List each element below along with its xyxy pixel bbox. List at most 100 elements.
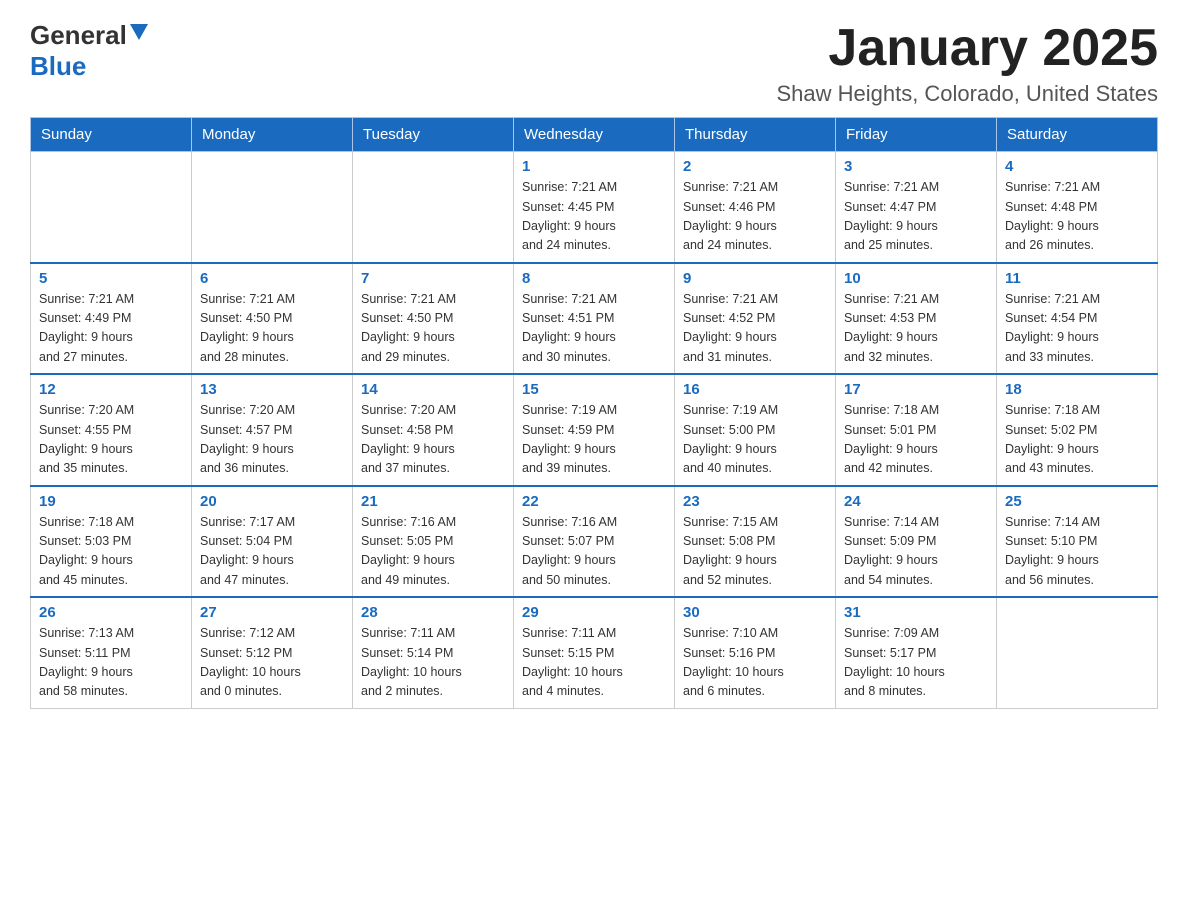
calendar-cell: 8Sunrise: 7:21 AMSunset: 4:51 PMDaylight…	[514, 263, 675, 375]
calendar-cell: 7 Sunrise: 7:21 AMSunset: 4:50 PMDaylight…	[353, 263, 514, 375]
logo-general-text: General	[30, 20, 127, 51]
calendar-cell: 21Sunrise: 7:16 AMSunset: 5:05 PMDayligh…	[353, 486, 514, 598]
day-number: 6	[200, 270, 344, 287]
day-info: Sunrise: 7:11 AMSunset: 5:15 PMDaylight:…	[522, 624, 666, 702]
calendar-week-row: 19 Sunrise: 7:18 AMSunset: 5:03 PMDayligh…	[31, 486, 1158, 598]
calendar-cell: 11 Sunrise: 7:21 AMSunset: 4:54 PMDayligh…	[997, 263, 1158, 375]
calendar-cell	[353, 152, 514, 263]
day-number: 14	[361, 381, 505, 398]
day-number: 23	[683, 493, 827, 510]
calendar-cell: 9 Sunrise: 7:21 AMSunset: 4:52 PMDaylight…	[675, 263, 836, 375]
calendar-cell: 31 Sunrise: 7:09 AMSunset: 5:17 PMDayligh…	[836, 597, 997, 708]
weekday-header-wednesday: Wednesday	[514, 118, 675, 152]
day-number: 13	[200, 381, 344, 398]
calendar-cell: 3Sunrise: 7:21 AMSunset: 4:47 PMDaylight…	[836, 152, 997, 263]
day-number: 5	[39, 270, 183, 287]
calendar-cell	[192, 152, 353, 263]
day-number: 1	[522, 158, 666, 175]
day-info: Sunrise: 7:21 AMSunset: 4:50 PMDaylight:…	[361, 290, 505, 368]
day-info: Sunrise: 7:21 AMSunset: 4:49 PMDaylight:…	[39, 290, 183, 368]
calendar-cell: 22Sunrise: 7:16 AMSunset: 5:07 PMDayligh…	[514, 486, 675, 598]
day-number: 11	[1005, 270, 1149, 287]
day-info: Sunrise: 7:20 AMSunset: 4:57 PMDaylight:…	[200, 401, 344, 479]
day-info: Sunrise: 7:21 AMSunset: 4:50 PMDaylight:…	[200, 290, 344, 368]
calendar-cell: 15Sunrise: 7:19 AMSunset: 4:59 PMDayligh…	[514, 374, 675, 486]
calendar-cell: 12Sunrise: 7:20 AMSunset: 4:55 PMDayligh…	[31, 374, 192, 486]
day-info: Sunrise: 7:16 AMSunset: 5:05 PMDaylight:…	[361, 513, 505, 591]
day-number: 29	[522, 604, 666, 621]
day-info: Sunrise: 7:21 AMSunset: 4:51 PMDaylight:…	[522, 290, 666, 368]
day-number: 19	[39, 493, 183, 510]
weekday-header-friday: Friday	[836, 118, 997, 152]
day-number: 15	[522, 381, 666, 398]
day-info: Sunrise: 7:21 AMSunset: 4:46 PMDaylight:…	[683, 178, 827, 256]
calendar-cell: 25 Sunrise: 7:14 AMSunset: 5:10 PMDayligh…	[997, 486, 1158, 598]
weekday-header-monday: Monday	[192, 118, 353, 152]
calendar-cell	[997, 597, 1158, 708]
calendar-cell: 23 Sunrise: 7:15 AMSunset: 5:08 PMDayligh…	[675, 486, 836, 598]
calendar-cell: 19 Sunrise: 7:18 AMSunset: 5:03 PMDayligh…	[31, 486, 192, 598]
day-info: Sunrise: 7:21 AMSunset: 4:53 PMDaylight:…	[844, 290, 988, 368]
day-info: Sunrise: 7:15 AMSunset: 5:08 PMDaylight:…	[683, 513, 827, 591]
day-number: 30	[683, 604, 827, 621]
day-number: 10	[844, 270, 988, 287]
calendar-cell: 29 Sunrise: 7:11 AMSunset: 5:15 PMDayligh…	[514, 597, 675, 708]
day-number: 7	[361, 270, 505, 287]
day-info: Sunrise: 7:20 AMSunset: 4:55 PMDaylight:…	[39, 401, 183, 479]
location-title: Shaw Heights, Colorado, United States	[776, 81, 1158, 107]
day-info: Sunrise: 7:10 AMSunset: 5:16 PMDaylight:…	[683, 624, 827, 702]
calendar-cell: 6 Sunrise: 7:21 AMSunset: 4:50 PMDaylight…	[192, 263, 353, 375]
logo-triangle-icon	[130, 24, 148, 47]
weekday-header-row: SundayMondayTuesdayWednesdayThursdayFrid…	[31, 118, 1158, 152]
day-info: Sunrise: 7:21 AMSunset: 4:52 PMDaylight:…	[683, 290, 827, 368]
day-info: Sunrise: 7:21 AMSunset: 4:54 PMDaylight:…	[1005, 290, 1149, 368]
day-info: Sunrise: 7:21 AMSunset: 4:45 PMDaylight:…	[522, 178, 666, 256]
calendar-cell: 17 Sunrise: 7:18 AMSunset: 5:01 PMDayligh…	[836, 374, 997, 486]
day-info: Sunrise: 7:14 AMSunset: 5:09 PMDaylight:…	[844, 513, 988, 591]
day-number: 18	[1005, 381, 1149, 398]
day-info: Sunrise: 7:21 AMSunset: 4:47 PMDaylight:…	[844, 178, 988, 256]
page-header: General Blue January 2025 Shaw Heights, …	[30, 20, 1158, 107]
calendar-week-row: 26 Sunrise: 7:13 AMSunset: 5:11 PMDayligh…	[31, 597, 1158, 708]
day-number: 27	[200, 604, 344, 621]
calendar-cell: 1 Sunrise: 7:21 AMSunset: 4:45 PMDaylight…	[514, 152, 675, 263]
day-number: 25	[1005, 493, 1149, 510]
calendar-cell: 24Sunrise: 7:14 AMSunset: 5:09 PMDayligh…	[836, 486, 997, 598]
calendar-cell: 5 Sunrise: 7:21 AMSunset: 4:49 PMDaylight…	[31, 263, 192, 375]
day-number: 9	[683, 270, 827, 287]
month-title: January 2025	[776, 20, 1158, 77]
calendar-week-row: 12Sunrise: 7:20 AMSunset: 4:55 PMDayligh…	[31, 374, 1158, 486]
day-info: Sunrise: 7:18 AMSunset: 5:02 PMDaylight:…	[1005, 401, 1149, 479]
day-info: Sunrise: 7:13 AMSunset: 5:11 PMDaylight:…	[39, 624, 183, 702]
day-number: 16	[683, 381, 827, 398]
day-info: Sunrise: 7:17 AMSunset: 5:04 PMDaylight:…	[200, 513, 344, 591]
calendar-cell: 27 Sunrise: 7:12 AMSunset: 5:12 PMDayligh…	[192, 597, 353, 708]
calendar-cell	[31, 152, 192, 263]
weekday-header-tuesday: Tuesday	[353, 118, 514, 152]
title-section: January 2025 Shaw Heights, Colorado, Uni…	[776, 20, 1158, 107]
day-info: Sunrise: 7:19 AMSunset: 5:00 PMDaylight:…	[683, 401, 827, 479]
day-number: 31	[844, 604, 988, 621]
calendar-cell: 26 Sunrise: 7:13 AMSunset: 5:11 PMDayligh…	[31, 597, 192, 708]
day-number: 17	[844, 381, 988, 398]
day-info: Sunrise: 7:18 AMSunset: 5:03 PMDaylight:…	[39, 513, 183, 591]
weekday-header-sunday: Sunday	[31, 118, 192, 152]
calendar-cell: 16 Sunrise: 7:19 AMSunset: 5:00 PMDayligh…	[675, 374, 836, 486]
logo: General Blue	[30, 20, 151, 82]
day-info: Sunrise: 7:18 AMSunset: 5:01 PMDaylight:…	[844, 401, 988, 479]
calendar-cell: 13 Sunrise: 7:20 AMSunset: 4:57 PMDayligh…	[192, 374, 353, 486]
weekday-header-thursday: Thursday	[675, 118, 836, 152]
day-info: Sunrise: 7:09 AMSunset: 5:17 PMDaylight:…	[844, 624, 988, 702]
day-info: Sunrise: 7:11 AMSunset: 5:14 PMDaylight:…	[361, 624, 505, 702]
calendar-table: SundayMondayTuesdayWednesdayThursdayFrid…	[30, 117, 1158, 709]
calendar-week-row: 5 Sunrise: 7:21 AMSunset: 4:49 PMDaylight…	[31, 263, 1158, 375]
calendar-week-row: 1 Sunrise: 7:21 AMSunset: 4:45 PMDaylight…	[31, 152, 1158, 263]
day-info: Sunrise: 7:14 AMSunset: 5:10 PMDaylight:…	[1005, 513, 1149, 591]
day-info: Sunrise: 7:12 AMSunset: 5:12 PMDaylight:…	[200, 624, 344, 702]
logo-blue-text: Blue	[30, 51, 86, 82]
calendar-cell: 20Sunrise: 7:17 AMSunset: 5:04 PMDayligh…	[192, 486, 353, 598]
day-number: 26	[39, 604, 183, 621]
day-number: 28	[361, 604, 505, 621]
calendar-cell: 28 Sunrise: 7:11 AMSunset: 5:14 PMDayligh…	[353, 597, 514, 708]
day-number: 4	[1005, 158, 1149, 175]
